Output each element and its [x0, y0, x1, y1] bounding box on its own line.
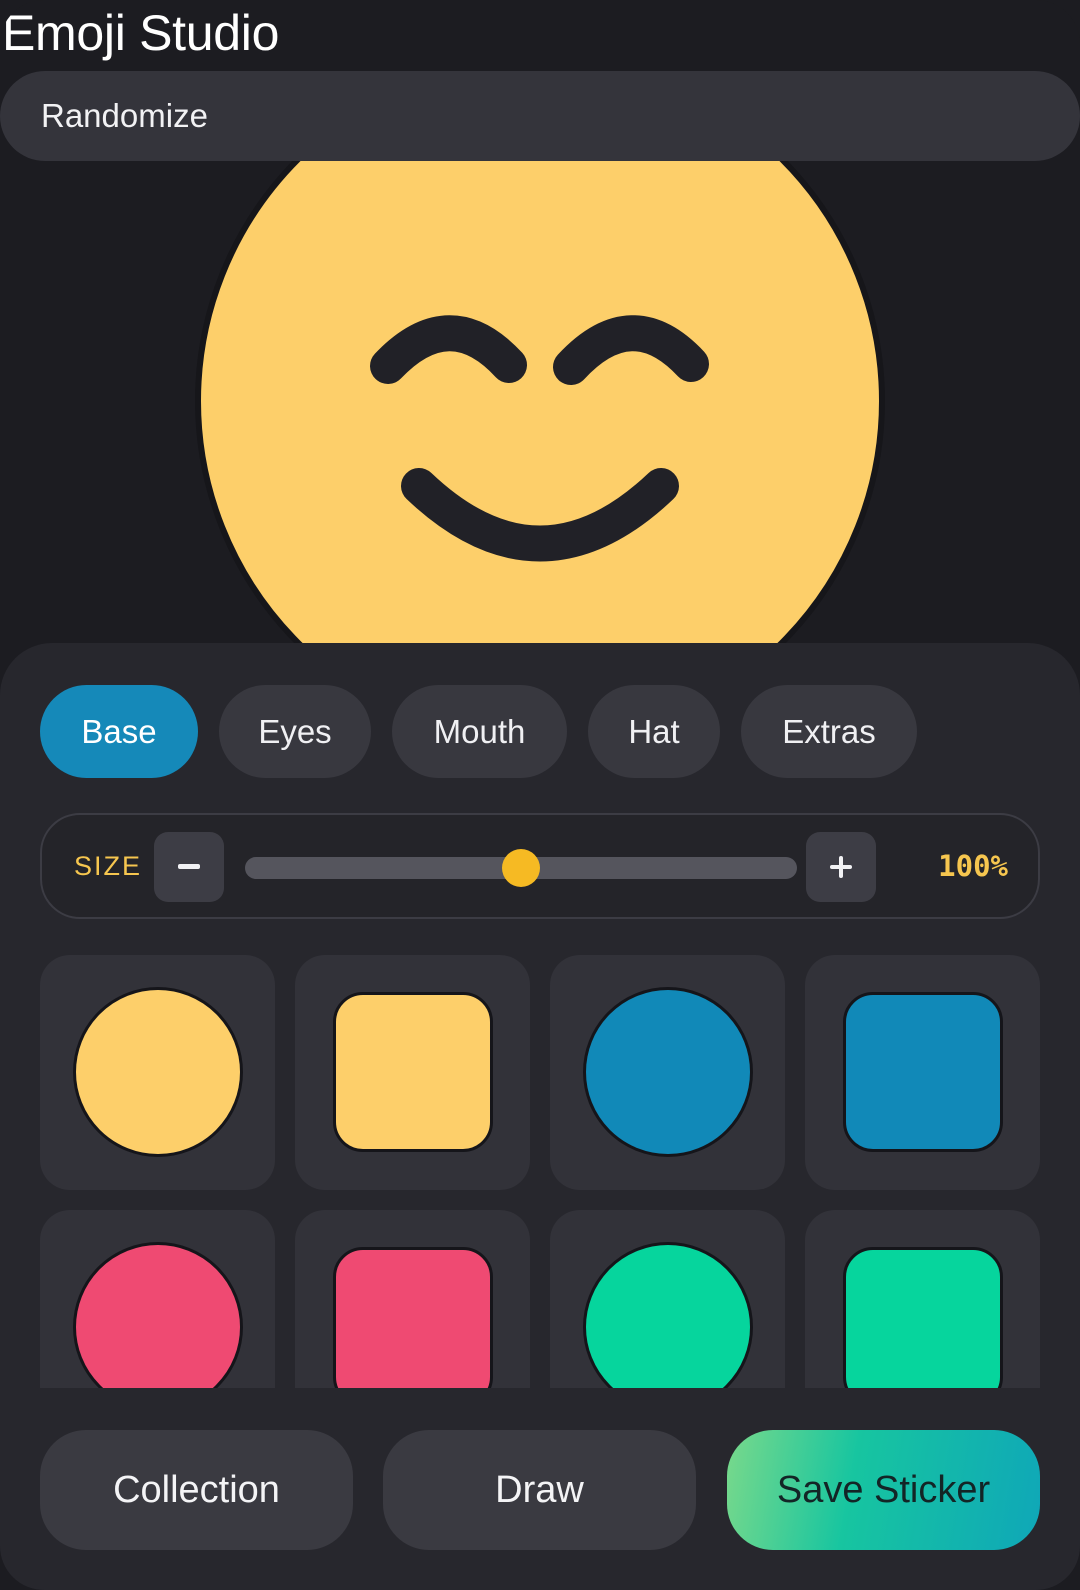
- collection-button[interactable]: Collection: [40, 1430, 353, 1550]
- app-title: Emoji Studio: [2, 5, 280, 61]
- base-swatch: [583, 987, 753, 1157]
- base-swatch: [73, 987, 243, 1157]
- base-option-green-square[interactable]: [805, 1210, 1040, 1388]
- base-swatch: [843, 1247, 1003, 1388]
- emoji-face: [195, 161, 885, 643]
- base-option-blue-circle[interactable]: [550, 955, 785, 1190]
- minus-icon: [178, 864, 200, 869]
- base-swatch: [73, 1242, 243, 1388]
- size-label: SIZE: [74, 851, 143, 881]
- collection-label: Collection: [113, 1468, 280, 1511]
- base-option-yellow-circle[interactable]: [40, 955, 275, 1190]
- emoji-studio-app: Emoji Studio Randomize Base Eyes Mouth H…: [0, 0, 1080, 1590]
- tab-mouth[interactable]: Mouth: [392, 685, 567, 778]
- tab-hat[interactable]: Hat: [588, 685, 720, 778]
- tab-base[interactable]: Base: [40, 685, 198, 778]
- plus-icon: [830, 856, 852, 878]
- base-swatch: [333, 992, 493, 1152]
- size-decrease-button[interactable]: [154, 832, 224, 902]
- base-option-pink-square[interactable]: [295, 1210, 530, 1388]
- tab-hat-label: Hat: [628, 712, 680, 750]
- base-swatch: [843, 992, 1003, 1152]
- randomize-label: Randomize: [41, 97, 208, 134]
- size-control: SIZE 100%: [40, 813, 1040, 919]
- size-increase-button[interactable]: [806, 832, 876, 902]
- draw-button[interactable]: Draw: [383, 1430, 696, 1550]
- tab-extras-label: Extras: [782, 712, 876, 750]
- draw-label: Draw: [495, 1468, 584, 1511]
- bottom-actions: Collection Draw Save Sticker: [40, 1430, 1040, 1550]
- base-option-yellow-square[interactable]: [295, 955, 530, 1190]
- size-slider-track[interactable]: [245, 849, 797, 887]
- category-tabs: Base Eyes Mouth Hat Extras: [40, 685, 917, 778]
- base-swatch: [333, 1247, 493, 1388]
- base-swatch: [583, 1242, 753, 1388]
- emoji-preview-canvas: [195, 161, 885, 643]
- base-option-blue-square[interactable]: [805, 955, 1040, 1190]
- editor-panel: Base Eyes Mouth Hat Extras SIZE 100% Col…: [0, 643, 1080, 1590]
- base-shape-grid: [40, 955, 1040, 1388]
- randomize-button[interactable]: Randomize: [0, 71, 1080, 161]
- size-value: 100%: [938, 849, 1008, 883]
- tab-base-label: Base: [81, 712, 157, 750]
- save-sticker-button[interactable]: Save Sticker: [727, 1430, 1040, 1550]
- tab-extras[interactable]: Extras: [741, 685, 917, 778]
- tab-mouth-label: Mouth: [433, 712, 526, 750]
- tab-eyes-label: Eyes: [258, 712, 332, 750]
- save-sticker-label: Save Sticker: [776, 1468, 991, 1511]
- size-slider-thumb[interactable]: [502, 849, 540, 887]
- base-option-pink-circle[interactable]: [40, 1210, 275, 1388]
- tab-eyes[interactable]: Eyes: [219, 685, 371, 778]
- emoji-preview: [0, 161, 1080, 643]
- base-option-green-circle[interactable]: [550, 1210, 785, 1388]
